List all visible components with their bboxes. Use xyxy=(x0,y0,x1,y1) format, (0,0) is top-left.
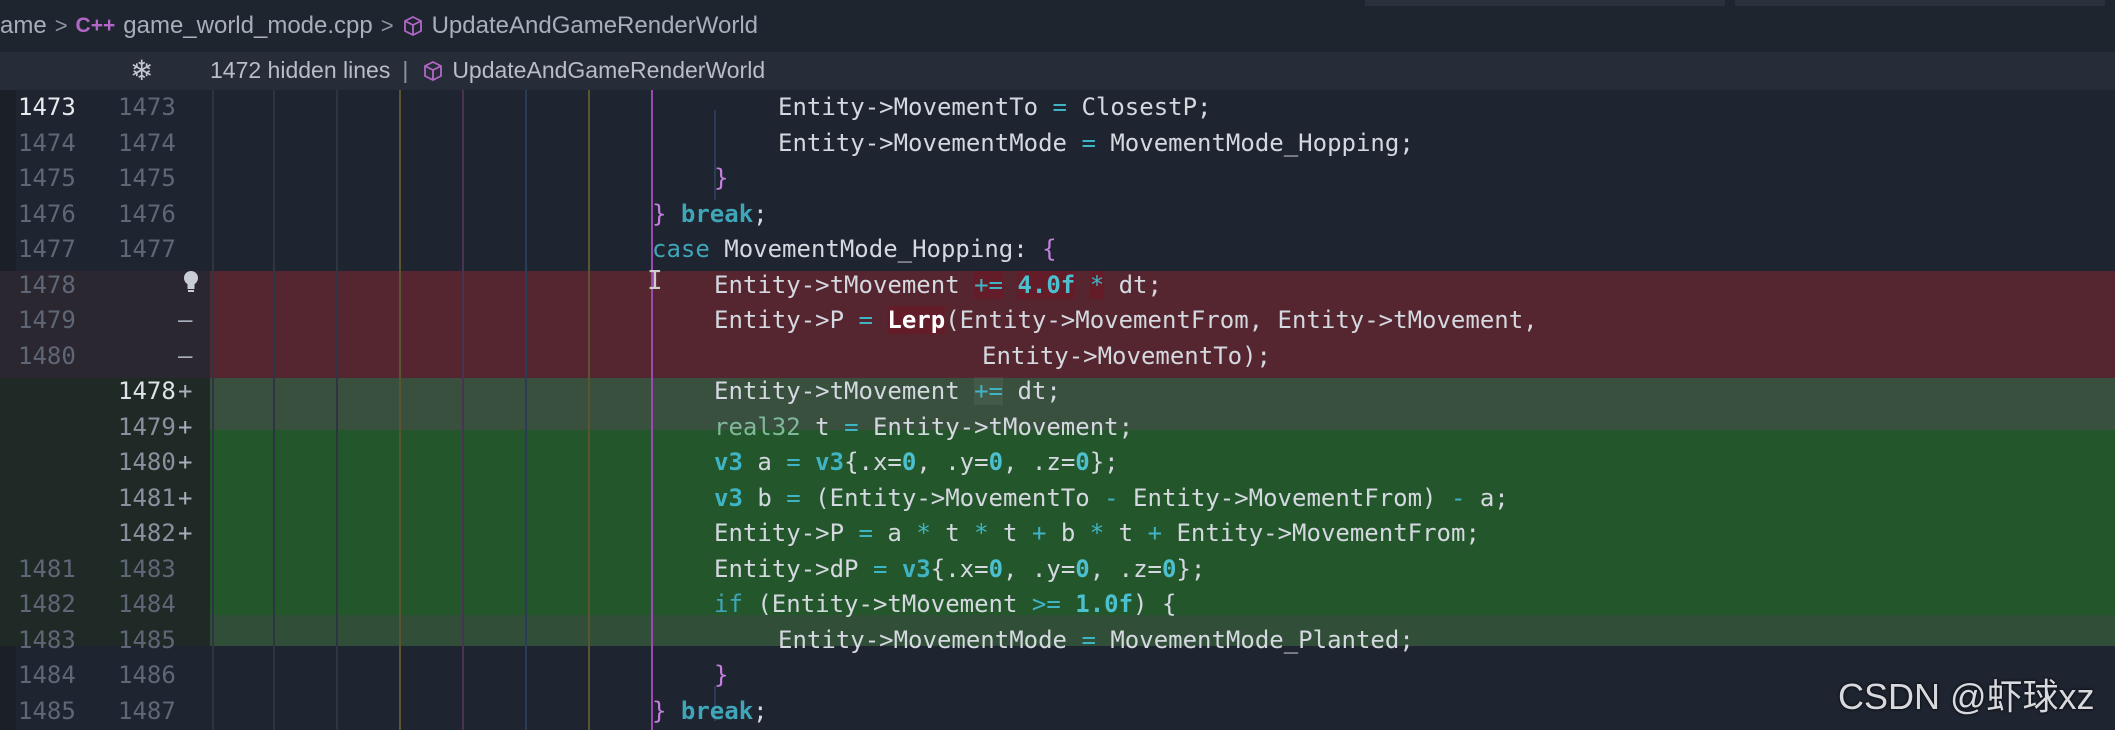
lightbulb-icon[interactable] xyxy=(180,268,202,304)
code-line-added[interactable]: v3 a = v3{.x=0, .y=0, .z=0}; xyxy=(714,445,1119,481)
old-line-number: 1479 xyxy=(18,306,76,334)
old-line-number: 1474 xyxy=(18,128,76,157)
code-line[interactable]: Entity->MovementMode = MovementMode_Plan… xyxy=(778,623,1414,659)
new-line-number: 1486 xyxy=(118,661,176,689)
code-line[interactable]: } break; xyxy=(652,694,768,730)
code-line[interactable]: } xyxy=(714,161,728,197)
sticky-divider: | xyxy=(402,57,409,83)
code-line[interactable]: case MovementMode_Hopping: { xyxy=(652,232,1057,268)
code-line-added[interactable]: Entity->tMovement += dt; xyxy=(714,374,1061,410)
diff-removed-mark: — xyxy=(178,341,193,370)
diff-editor[interactable]: 1473 1473 1474 1474 1475 1475 1476 1476 … xyxy=(0,90,2115,730)
code-line-deleted[interactable]: Entity->P = Lerp(Entity->MovementFrom, E… xyxy=(714,303,1538,339)
new-line-number: 1474 xyxy=(118,128,176,157)
new-line-number: 1485 xyxy=(118,625,176,654)
old-line-number: 1475 xyxy=(18,164,76,192)
breadcrumb: ame > C++ game_world_mode.cpp > UpdateAn… xyxy=(0,0,2115,52)
watermark: CSDN @虾球xz xyxy=(1838,676,2095,717)
code-line[interactable]: Entity->dP = v3{.x=0, .y=0, .z=0}; xyxy=(714,552,1205,588)
indent-guide xyxy=(399,90,401,730)
old-line-number: 1478 xyxy=(18,270,76,299)
indent-guide xyxy=(588,90,590,730)
code-line-added[interactable]: real32 t = Entity->tMovement; xyxy=(714,410,1133,446)
cube-symbol-icon xyxy=(422,60,444,82)
new-line-number: 1484 xyxy=(118,590,176,618)
code-line-deleted[interactable]: Entity->MovementTo); xyxy=(982,339,1271,375)
indent-guide xyxy=(525,90,527,730)
old-line-number: 1473 xyxy=(18,93,76,121)
added-modified-band xyxy=(210,378,2115,430)
new-line-number: 1481 xyxy=(118,483,176,512)
cpp-file-icon: C++ xyxy=(75,14,116,37)
new-line-number: 1479 xyxy=(118,412,176,441)
indent-guide xyxy=(273,90,275,730)
cube-symbol-icon xyxy=(402,15,424,37)
old-line-number: 1480 xyxy=(18,341,76,370)
new-line-number: 1487 xyxy=(118,696,176,725)
text-cursor-icon: I xyxy=(647,266,663,296)
code-line-deleted[interactable]: Entity->tMovement += 4.0f * dt; xyxy=(714,268,1162,304)
hidden-lines-label[interactable]: 1472 hidden lines xyxy=(210,57,390,84)
breadcrumb-item-folder[interactable]: ame xyxy=(0,12,47,40)
diff-added-mark: + xyxy=(178,412,193,441)
new-line-number: 1478 xyxy=(118,377,176,405)
new-line-number: 1476 xyxy=(118,199,176,228)
old-line-number: 1484 xyxy=(18,661,76,689)
new-line-number: 1473 xyxy=(118,93,176,121)
sticky-symbol-label[interactable]: UpdateAndGameRenderWorld xyxy=(452,57,765,84)
breadcrumb-item-symbol[interactable]: UpdateAndGameRenderWorld xyxy=(402,12,758,40)
old-line-number: 1477 xyxy=(18,235,76,263)
code-line[interactable]: Entity->MovementTo = ClosestP; xyxy=(778,90,1212,126)
old-line-number: 1482 xyxy=(18,590,76,618)
tab-strip-remnant xyxy=(1365,0,2115,6)
indent-guide xyxy=(212,90,214,730)
diff-added-mark: + xyxy=(178,448,193,476)
diff-removed-mark: — xyxy=(178,306,193,334)
diff-added-mark: + xyxy=(178,377,193,405)
indent-guide xyxy=(462,90,464,730)
indent-guide xyxy=(651,90,653,730)
new-line-number: 1483 xyxy=(118,554,176,583)
breadcrumb-item-file[interactable]: C++ game_world_mode.cpp xyxy=(76,12,373,40)
code-line[interactable]: } xyxy=(714,658,728,694)
new-line-number: 1477 xyxy=(118,235,176,263)
breadcrumb-separator: > xyxy=(54,13,68,38)
code-line-added[interactable]: Entity->P = a * t * t + b * t + Entity->… xyxy=(714,516,1480,552)
code-line[interactable]: if (Entity->tMovement >= 1.0f) { xyxy=(714,587,1176,623)
diff-added-mark: + xyxy=(178,519,193,547)
unfold-hidden-lines-icon[interactable]: ❄ xyxy=(130,54,153,87)
code-line-added[interactable]: v3 b = (Entity->MovementTo - Entity->Mov… xyxy=(714,481,1509,517)
code-line[interactable]: Entity->MovementMode = MovementMode_Hopp… xyxy=(778,126,1414,162)
new-line-number: 1482 xyxy=(118,519,176,547)
new-line-number: 1480 xyxy=(118,448,176,476)
old-line-number: 1485 xyxy=(18,696,76,725)
code-line[interactable]: } break; xyxy=(652,197,768,233)
new-line-number: 1475 xyxy=(118,164,176,192)
indent-guide xyxy=(336,90,338,730)
breadcrumb-separator: > xyxy=(380,13,394,38)
old-line-number: 1476 xyxy=(18,199,76,228)
old-line-number: 1483 xyxy=(18,625,76,654)
diff-added-mark: + xyxy=(178,483,193,512)
sticky-scroll-header[interactable]: ❄ 1472 hidden lines | UpdateAndGameRende… xyxy=(0,52,2115,90)
old-line-number: 1481 xyxy=(18,554,76,583)
